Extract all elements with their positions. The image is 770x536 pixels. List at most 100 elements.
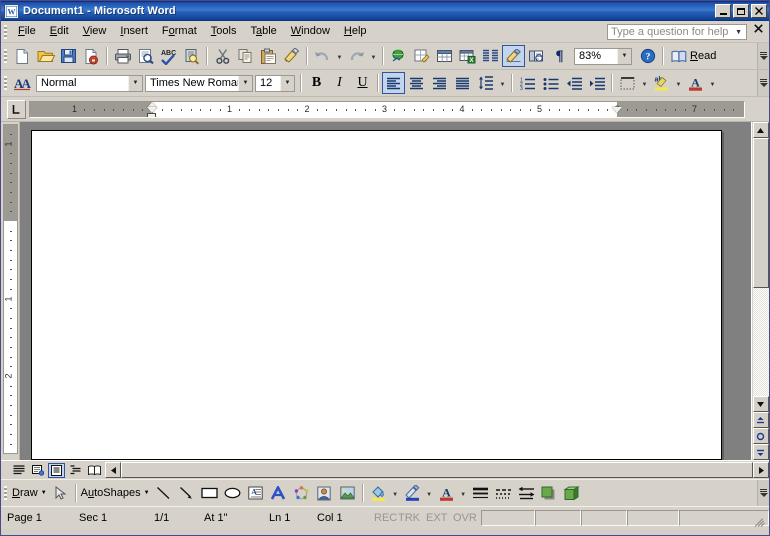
align-left-icon[interactable]	[382, 72, 405, 94]
spelling-and-grammar-icon[interactable]: ABC	[157, 45, 180, 67]
help-icon[interactable]: ?	[636, 45, 659, 67]
open-icon[interactable]	[34, 45, 57, 67]
draw-dropdown-arrow-icon[interactable]: ▼	[41, 490, 47, 496]
font-size-combo[interactable]: 12 ▼	[255, 74, 295, 92]
vertical-scrollbar[interactable]	[751, 122, 769, 460]
left-indent-marker[interactable]	[147, 112, 156, 117]
redo-icon[interactable]	[345, 45, 368, 67]
horizontal-ruler[interactable]: 11234567	[29, 100, 745, 118]
decrease-indent-icon[interactable]	[562, 72, 585, 94]
autoshapes-menu-button[interactable]: AutoShapes ▼	[80, 482, 152, 504]
normal-view-button[interactable]	[10, 463, 27, 478]
ask-a-question-box[interactable]: Type a question for help ▼	[607, 24, 747, 40]
line-spacing-dropdown-arrow-icon[interactable]: ▼	[497, 72, 508, 94]
status-rec[interactable]: REC	[366, 512, 397, 524]
draw-menu-button[interactable]: Draw ▼	[11, 482, 49, 504]
cut-icon[interactable]	[211, 45, 234, 67]
drawing-toolbar-overflow-button[interactable]	[757, 480, 769, 506]
research-icon[interactable]	[180, 45, 203, 67]
font-color-draw-dropdown-arrow-icon[interactable]: ▼	[458, 482, 469, 504]
maximize-button[interactable]	[733, 4, 749, 18]
increase-indent-icon[interactable]	[585, 72, 608, 94]
styles-and-formatting-icon[interactable]: A A	[11, 72, 34, 94]
highlight-dropdown-arrow-icon[interactable]: ▼	[673, 72, 684, 94]
3d-style-icon[interactable]	[561, 482, 584, 504]
fill-color-dropdown-arrow-icon[interactable]: ▼	[390, 482, 401, 504]
font-color-draw-icon[interactable]: A	[435, 482, 458, 504]
status-spelling-box[interactable]	[535, 510, 581, 526]
status-ext[interactable]: EXT	[422, 512, 449, 524]
undo-icon[interactable]	[311, 45, 334, 67]
print-icon[interactable]	[111, 45, 134, 67]
outline-view-button[interactable]	[67, 463, 84, 478]
select-browse-object-button[interactable]	[752, 428, 769, 444]
arrow-style-icon[interactable]	[515, 482, 538, 504]
numbering-icon[interactable]: 1 2 3	[516, 72, 539, 94]
font-dropdown-arrow-icon[interactable]: ▼	[238, 75, 252, 91]
resize-grip[interactable]	[753, 514, 767, 528]
menu-tools[interactable]: Tools	[204, 23, 244, 40]
line-style-icon[interactable]	[469, 482, 492, 504]
vertical-scroll-thumb[interactable]	[752, 138, 769, 288]
rectangle-icon[interactable]	[198, 482, 221, 504]
line-color-icon[interactable]	[401, 482, 424, 504]
arrow-icon[interactable]	[175, 482, 198, 504]
insert-diagram-icon[interactable]	[290, 482, 313, 504]
formatting-toolbar-overflow-button[interactable]	[757, 70, 769, 96]
columns-icon[interactable]	[479, 45, 502, 67]
close-document-button[interactable]	[754, 24, 763, 33]
status-extra-box-1[interactable]	[581, 510, 627, 526]
previous-page-button[interactable]	[752, 412, 769, 428]
menu-help[interactable]: Help	[337, 23, 374, 40]
print-layout-view-button[interactable]	[48, 462, 65, 478]
font-combo[interactable]: Times New Roman ▼	[145, 74, 253, 92]
underline-button[interactable]: U	[351, 72, 374, 94]
line-spacing-icon[interactable]	[474, 72, 497, 94]
undo-dropdown-arrow-icon[interactable]: ▼	[334, 45, 345, 67]
read-button[interactable]: Read	[667, 45, 720, 67]
next-page-button[interactable]	[752, 444, 769, 460]
align-center-icon[interactable]	[405, 72, 428, 94]
align-right-icon[interactable]	[428, 72, 451, 94]
reading-layout-view-button[interactable]	[86, 463, 103, 478]
new-blank-document-icon[interactable]	[11, 45, 34, 67]
insert-table-icon[interactable]	[433, 45, 456, 67]
menu-format[interactable]: Format	[155, 23, 204, 40]
status-language[interactable]	[481, 510, 535, 526]
zoom-combo[interactable]: 83% ▼	[574, 47, 632, 65]
document-page[interactable]	[31, 130, 722, 460]
tables-and-borders-icon[interactable]	[410, 45, 433, 67]
standard-toolbar-overflow-button[interactable]	[757, 43, 769, 69]
menu-view[interactable]: View	[76, 23, 114, 40]
line-color-dropdown-arrow-icon[interactable]: ▼	[424, 482, 435, 504]
drawing-icon[interactable]	[502, 45, 525, 67]
oval-icon[interactable]	[221, 482, 244, 504]
close-button[interactable]	[751, 4, 767, 18]
vertical-ruler[interactable]: 112	[1, 122, 20, 460]
select-objects-icon[interactable]	[49, 482, 72, 504]
redo-dropdown-arrow-icon[interactable]: ▼	[368, 45, 379, 67]
permission-icon[interactable]	[80, 45, 103, 67]
justify-icon[interactable]	[451, 72, 474, 94]
format-painter-icon[interactable]	[280, 45, 303, 67]
scroll-up-button[interactable]	[752, 122, 769, 138]
insert-clip-art-icon[interactable]	[313, 482, 336, 504]
standard-toolbar-grip[interactable]	[4, 49, 7, 63]
copy-icon[interactable]	[234, 45, 257, 67]
web-layout-view-button[interactable]	[29, 463, 46, 478]
document-canvas[interactable]	[20, 122, 751, 460]
menu-edit[interactable]: Edit	[43, 23, 76, 40]
outside-border-dropdown-arrow-icon[interactable]: ▼	[639, 72, 650, 94]
insert-wordart-icon[interactable]	[267, 482, 290, 504]
show-formatting-marks-icon[interactable]: ¶	[548, 45, 571, 67]
italic-button[interactable]: I	[328, 72, 351, 94]
dash-style-icon[interactable]	[492, 482, 515, 504]
status-trk[interactable]: TRK	[394, 512, 422, 524]
vertical-ruler-strip[interactable]: 112	[2, 124, 18, 454]
scroll-down-button[interactable]	[752, 396, 769, 412]
right-indent-marker[interactable]	[612, 106, 622, 113]
menu-insert[interactable]: Insert	[113, 23, 155, 40]
vertical-scroll-track[interactable]	[752, 138, 769, 396]
shadow-style-icon[interactable]	[538, 482, 561, 504]
font-color-icon[interactable]: A	[684, 72, 707, 94]
